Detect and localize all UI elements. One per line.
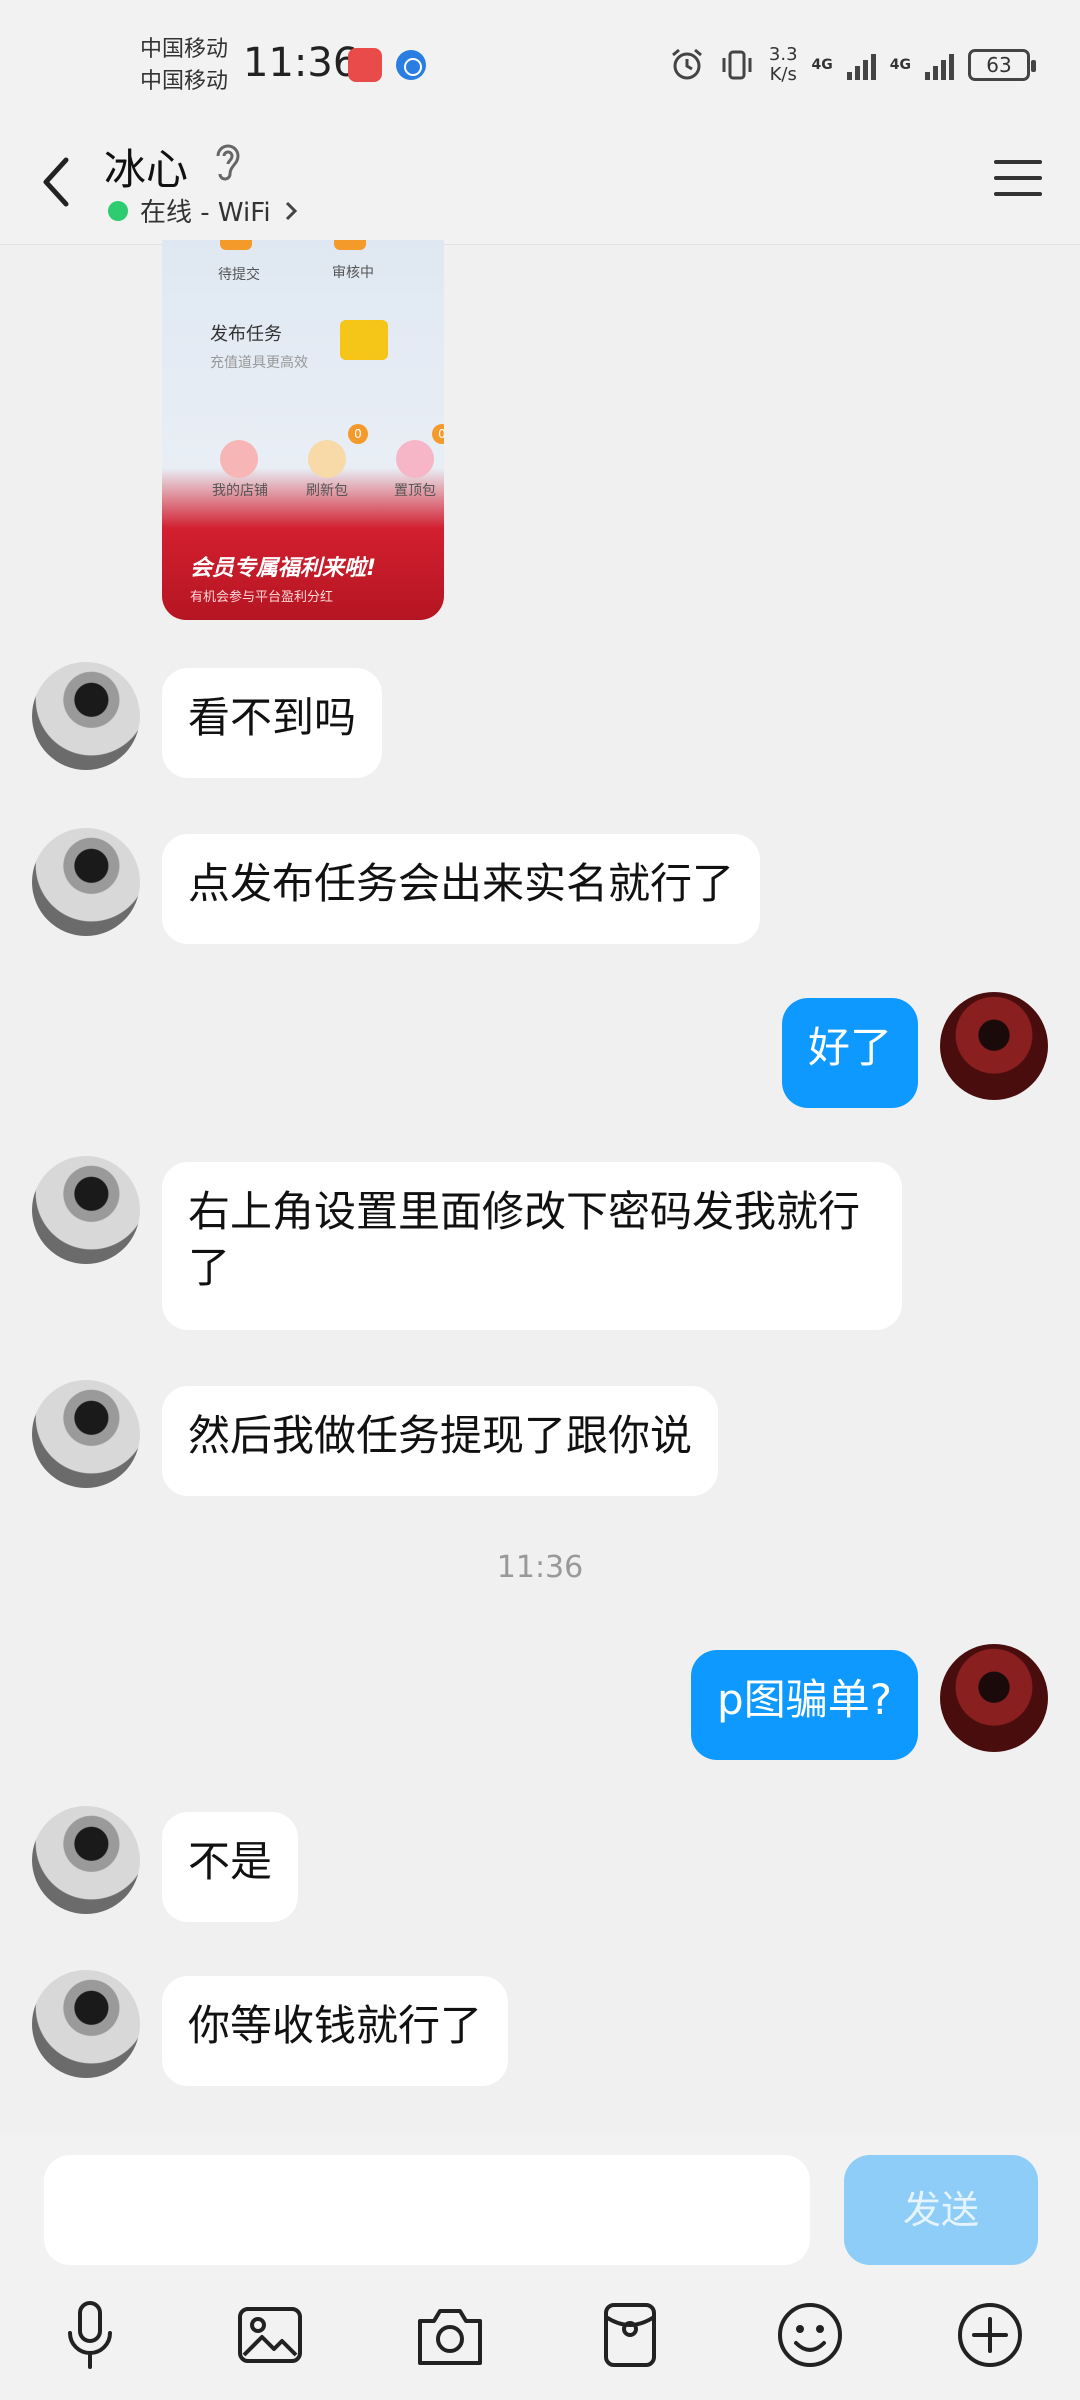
signal-icon: [846, 50, 876, 80]
carrier-1: 中国移动: [140, 37, 229, 62]
avatar-them[interactable]: [32, 1156, 140, 1264]
carrier-2: 中国移动: [140, 69, 229, 94]
status-right-group: 3.3 K/s 4G 4G 63: [669, 40, 1036, 90]
camera-icon[interactable]: [410, 2295, 490, 2375]
pending-icon: [220, 240, 252, 250]
input-bar: 发送: [0, 2135, 1080, 2400]
status-bar: 中国移动 中国移动 11:36 3.3 K/s 4G 4G 63: [0, 0, 1080, 130]
message-bubble-me[interactable]: p图骗单?: [691, 1650, 918, 1760]
image-icon[interactable]: [230, 2295, 310, 2375]
reviewing-icon: [334, 240, 366, 250]
speed-value: 3.3: [768, 44, 798, 65]
message-bubble-them[interactable]: 然后我做任务提现了跟你说: [162, 1386, 719, 1496]
avatar-them[interactable]: [32, 1970, 140, 2078]
online-dot: [108, 200, 128, 221]
menu-button[interactable]: [990, 150, 1046, 206]
network-type-1: 4G: [811, 57, 833, 73]
avatar-them[interactable]: [32, 828, 140, 936]
top-icon: [396, 440, 434, 478]
avatar-them[interactable]: [32, 1806, 140, 1914]
signal-icon: [925, 50, 954, 80]
image-label-refresh: 刷新包: [306, 483, 348, 499]
vibrate-icon: [722, 50, 752, 80]
network-speed: 3.3 K/s: [769, 45, 798, 85]
image-publish-title: 发布任务: [210, 324, 282, 345]
network-type-2: 4G: [889, 57, 911, 73]
image-label-shop: 我的店铺: [212, 483, 268, 499]
avatar-them[interactable]: [32, 1380, 140, 1488]
message-input[interactable]: [44, 2155, 810, 2265]
message-bubble-them[interactable]: 你等收钱就行了: [162, 1976, 509, 2086]
plus-icon[interactable]: [950, 2295, 1030, 2375]
microphone-icon[interactable]: [50, 2295, 130, 2375]
huawei-app-icon: [348, 48, 382, 82]
image-banner-subtitle: 有机会参与平台盈利分红: [190, 590, 334, 605]
image-message[interactable]: 待提交 审核中 发布任务 充值道具更高效 0 0 我的店铺 刷新包 置顶包 会员…: [162, 240, 444, 620]
shop-icon: [220, 440, 258, 478]
alarm-icon: [671, 48, 702, 80]
message-bubble-them[interactable]: 不是: [162, 1812, 299, 1922]
speed-unit: K/s: [769, 64, 797, 85]
chat-title[interactable]: 冰心: [104, 136, 188, 197]
red-packet-icon[interactable]: [590, 2295, 670, 2375]
hamburger-icon: [994, 160, 1042, 196]
status-clock: 11:36: [243, 40, 359, 86]
image-label-top: 置顶包: [394, 483, 436, 499]
image-label-pending: 待提交: [218, 267, 260, 283]
top-badge: 0: [432, 424, 444, 444]
refresh-badge: 0: [348, 424, 368, 444]
message-bubble-me[interactable]: 好了: [781, 998, 918, 1108]
avatar-me[interactable]: [940, 1644, 1048, 1752]
message-bubble-them[interactable]: 看不到吗: [162, 668, 383, 778]
online-status[interactable]: 在线 - WiFi: [108, 192, 299, 229]
emoji-icon[interactable]: [770, 2295, 850, 2375]
folder-icon: [340, 320, 388, 360]
input-toolbar: [0, 2295, 1080, 2385]
ear-icon[interactable]: [210, 140, 246, 184]
image-publish-subtitle: 充值道具更高效: [210, 355, 308, 371]
avatar-them[interactable]: [32, 662, 140, 770]
message-bubble-them[interactable]: 右上角设置里面修改下密码发我就行了: [162, 1162, 902, 1330]
back-arrow-icon: [43, 157, 69, 207]
browser-app-icon: [396, 50, 426, 80]
online-status-text: 在线 - WiFi: [140, 198, 271, 228]
message-timestamp: 11:36: [496, 1550, 584, 1585]
send-button[interactable]: 发送: [844, 2155, 1038, 2265]
image-label-reviewing: 审核中: [332, 265, 374, 281]
avatar-me[interactable]: [940, 992, 1048, 1100]
chat-header: 冰心 在线 - WiFi: [0, 130, 1080, 245]
battery-icon: 63: [968, 49, 1036, 81]
chevron-right-icon: [285, 201, 297, 220]
message-bubble-them[interactable]: 点发布任务会出来实名就行了: [162, 834, 761, 944]
back-button[interactable]: [30, 146, 90, 216]
image-banner-title: 会员专属福利来啦!: [190, 556, 377, 581]
refresh-icon: [308, 440, 346, 478]
carrier-info: 中国移动 中国移动: [140, 34, 228, 98]
